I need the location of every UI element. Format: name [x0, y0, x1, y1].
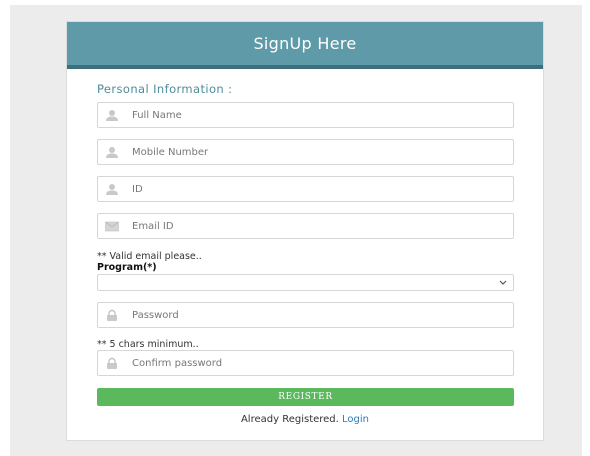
signup-header: SignUp Here	[67, 22, 543, 69]
email-hint: ** Valid email please..	[97, 251, 202, 262]
email-input[interactable]	[132, 214, 502, 238]
email-field[interactable]	[97, 213, 514, 239]
chevron-down-icon	[499, 280, 507, 285]
full-name-field[interactable]	[97, 102, 514, 128]
signup-title: SignUp Here	[253, 34, 357, 53]
password-hint: ** 5 chars minimum..	[97, 339, 199, 350]
mobile-number-input[interactable]	[132, 140, 502, 164]
id-field[interactable]	[97, 176, 514, 202]
password-field[interactable]	[97, 302, 514, 328]
user-icon	[106, 110, 118, 121]
user-icon	[106, 184, 118, 195]
login-prompt-text: Already Registered.	[240, 414, 339, 425]
envelope-icon	[105, 221, 119, 232]
program-select[interactable]	[97, 274, 514, 291]
full-name-input[interactable]	[132, 103, 502, 127]
program-label: Program(*)	[97, 262, 157, 273]
confirm-password-field[interactable]	[97, 350, 514, 376]
user-icon	[106, 147, 118, 158]
confirm-password-input[interactable]	[132, 351, 502, 375]
lock-icon	[107, 357, 117, 369]
login-prompt: Already Registered. Login	[67, 414, 543, 425]
password-input[interactable]	[132, 303, 502, 327]
login-link[interactable]: Login	[342, 414, 369, 425]
id-input[interactable]	[132, 177, 502, 201]
register-button[interactable]: REGISTER	[97, 388, 514, 406]
signup-card: SignUp Here Personal Information : Full …	[66, 21, 544, 441]
lock-icon	[107, 309, 117, 321]
section-title: Personal Information :	[97, 82, 233, 96]
mobile-number-field[interactable]	[97, 139, 514, 165]
